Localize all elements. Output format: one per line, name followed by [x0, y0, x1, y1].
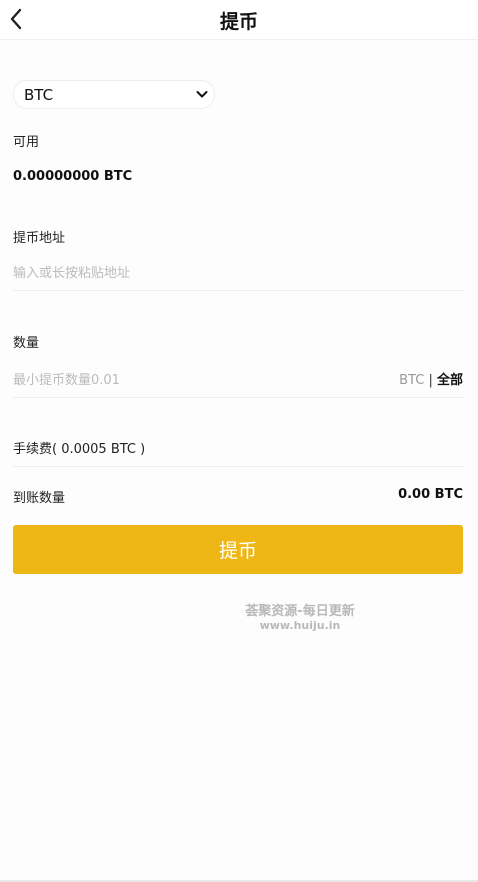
fee-text: 手续费( 0.0005 BTC ) [13, 442, 146, 457]
chevron-down-icon [196, 91, 208, 98]
receive-value: 0.00 BTC [398, 487, 463, 502]
submit-withdraw-button[interactable]: 提币 [13, 525, 463, 574]
amount-separator: | [428, 373, 433, 388]
header-bar: 提币 [0, 0, 478, 40]
page-title: 提币 [219, 11, 258, 33]
amount-unit: BTC [399, 373, 425, 388]
address-label: 提币地址 [13, 231, 66, 246]
amount-input[interactable] [13, 373, 373, 388]
amount-suffix: BTC | 全部 [399, 369, 463, 388]
coin-select-value: BTC [24, 86, 54, 104]
address-input[interactable] [13, 266, 373, 281]
receive-row: 到账数量 0.00 BTC [13, 487, 463, 506]
watermark-title: 荟聚资源-每日更新 [245, 604, 355, 619]
amount-label: 数量 [13, 336, 40, 351]
withdraw-page: 提币 BTC 可用 0.00000000 BTC 提币地址 数量 BTC | 全… [0, 0, 478, 882]
fee-row: 手续费( 0.0005 BTC ) [13, 438, 463, 467]
amount-field-row: BTC | 全部 [13, 369, 463, 398]
available-label: 可用 [13, 135, 40, 150]
watermark-url: www.huiju.in [259, 619, 341, 632]
available-balance: 0.00000000 BTC [13, 169, 133, 184]
withdraw-all-button[interactable]: 全部 [437, 373, 463, 388]
coin-select[interactable]: BTC [13, 80, 215, 109]
receive-label: 到账数量 [13, 491, 66, 506]
address-field-row [13, 262, 463, 291]
